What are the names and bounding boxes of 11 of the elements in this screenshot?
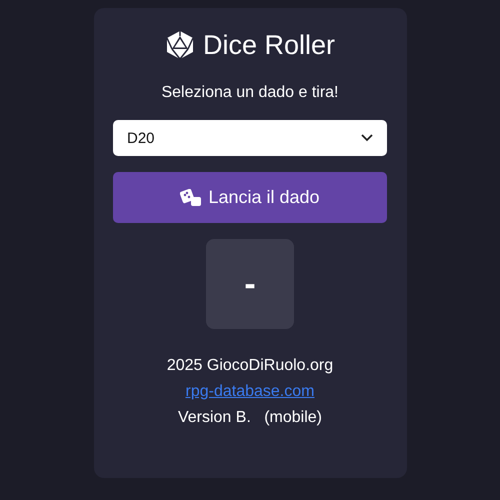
- polyhedral-die-icon: [164, 30, 195, 60]
- copyright-text: 2025 GiocoDiRuolo.org: [166, 357, 334, 375]
- version-text: Version B. (mobile): [178, 409, 322, 427]
- dice-select[interactable]: D20: [113, 120, 387, 156]
- roll-button[interactable]: Lancia il dado: [113, 172, 387, 223]
- app-title: Dice Roller: [202, 30, 336, 60]
- instruction-text: Seleziona un dado e tira!: [161, 84, 338, 102]
- roll-result: -: [206, 239, 294, 329]
- chevron-down-icon: [361, 134, 373, 142]
- website-link[interactable]: rpg-database.com: [186, 383, 314, 401]
- dice-icon: [180, 188, 202, 206]
